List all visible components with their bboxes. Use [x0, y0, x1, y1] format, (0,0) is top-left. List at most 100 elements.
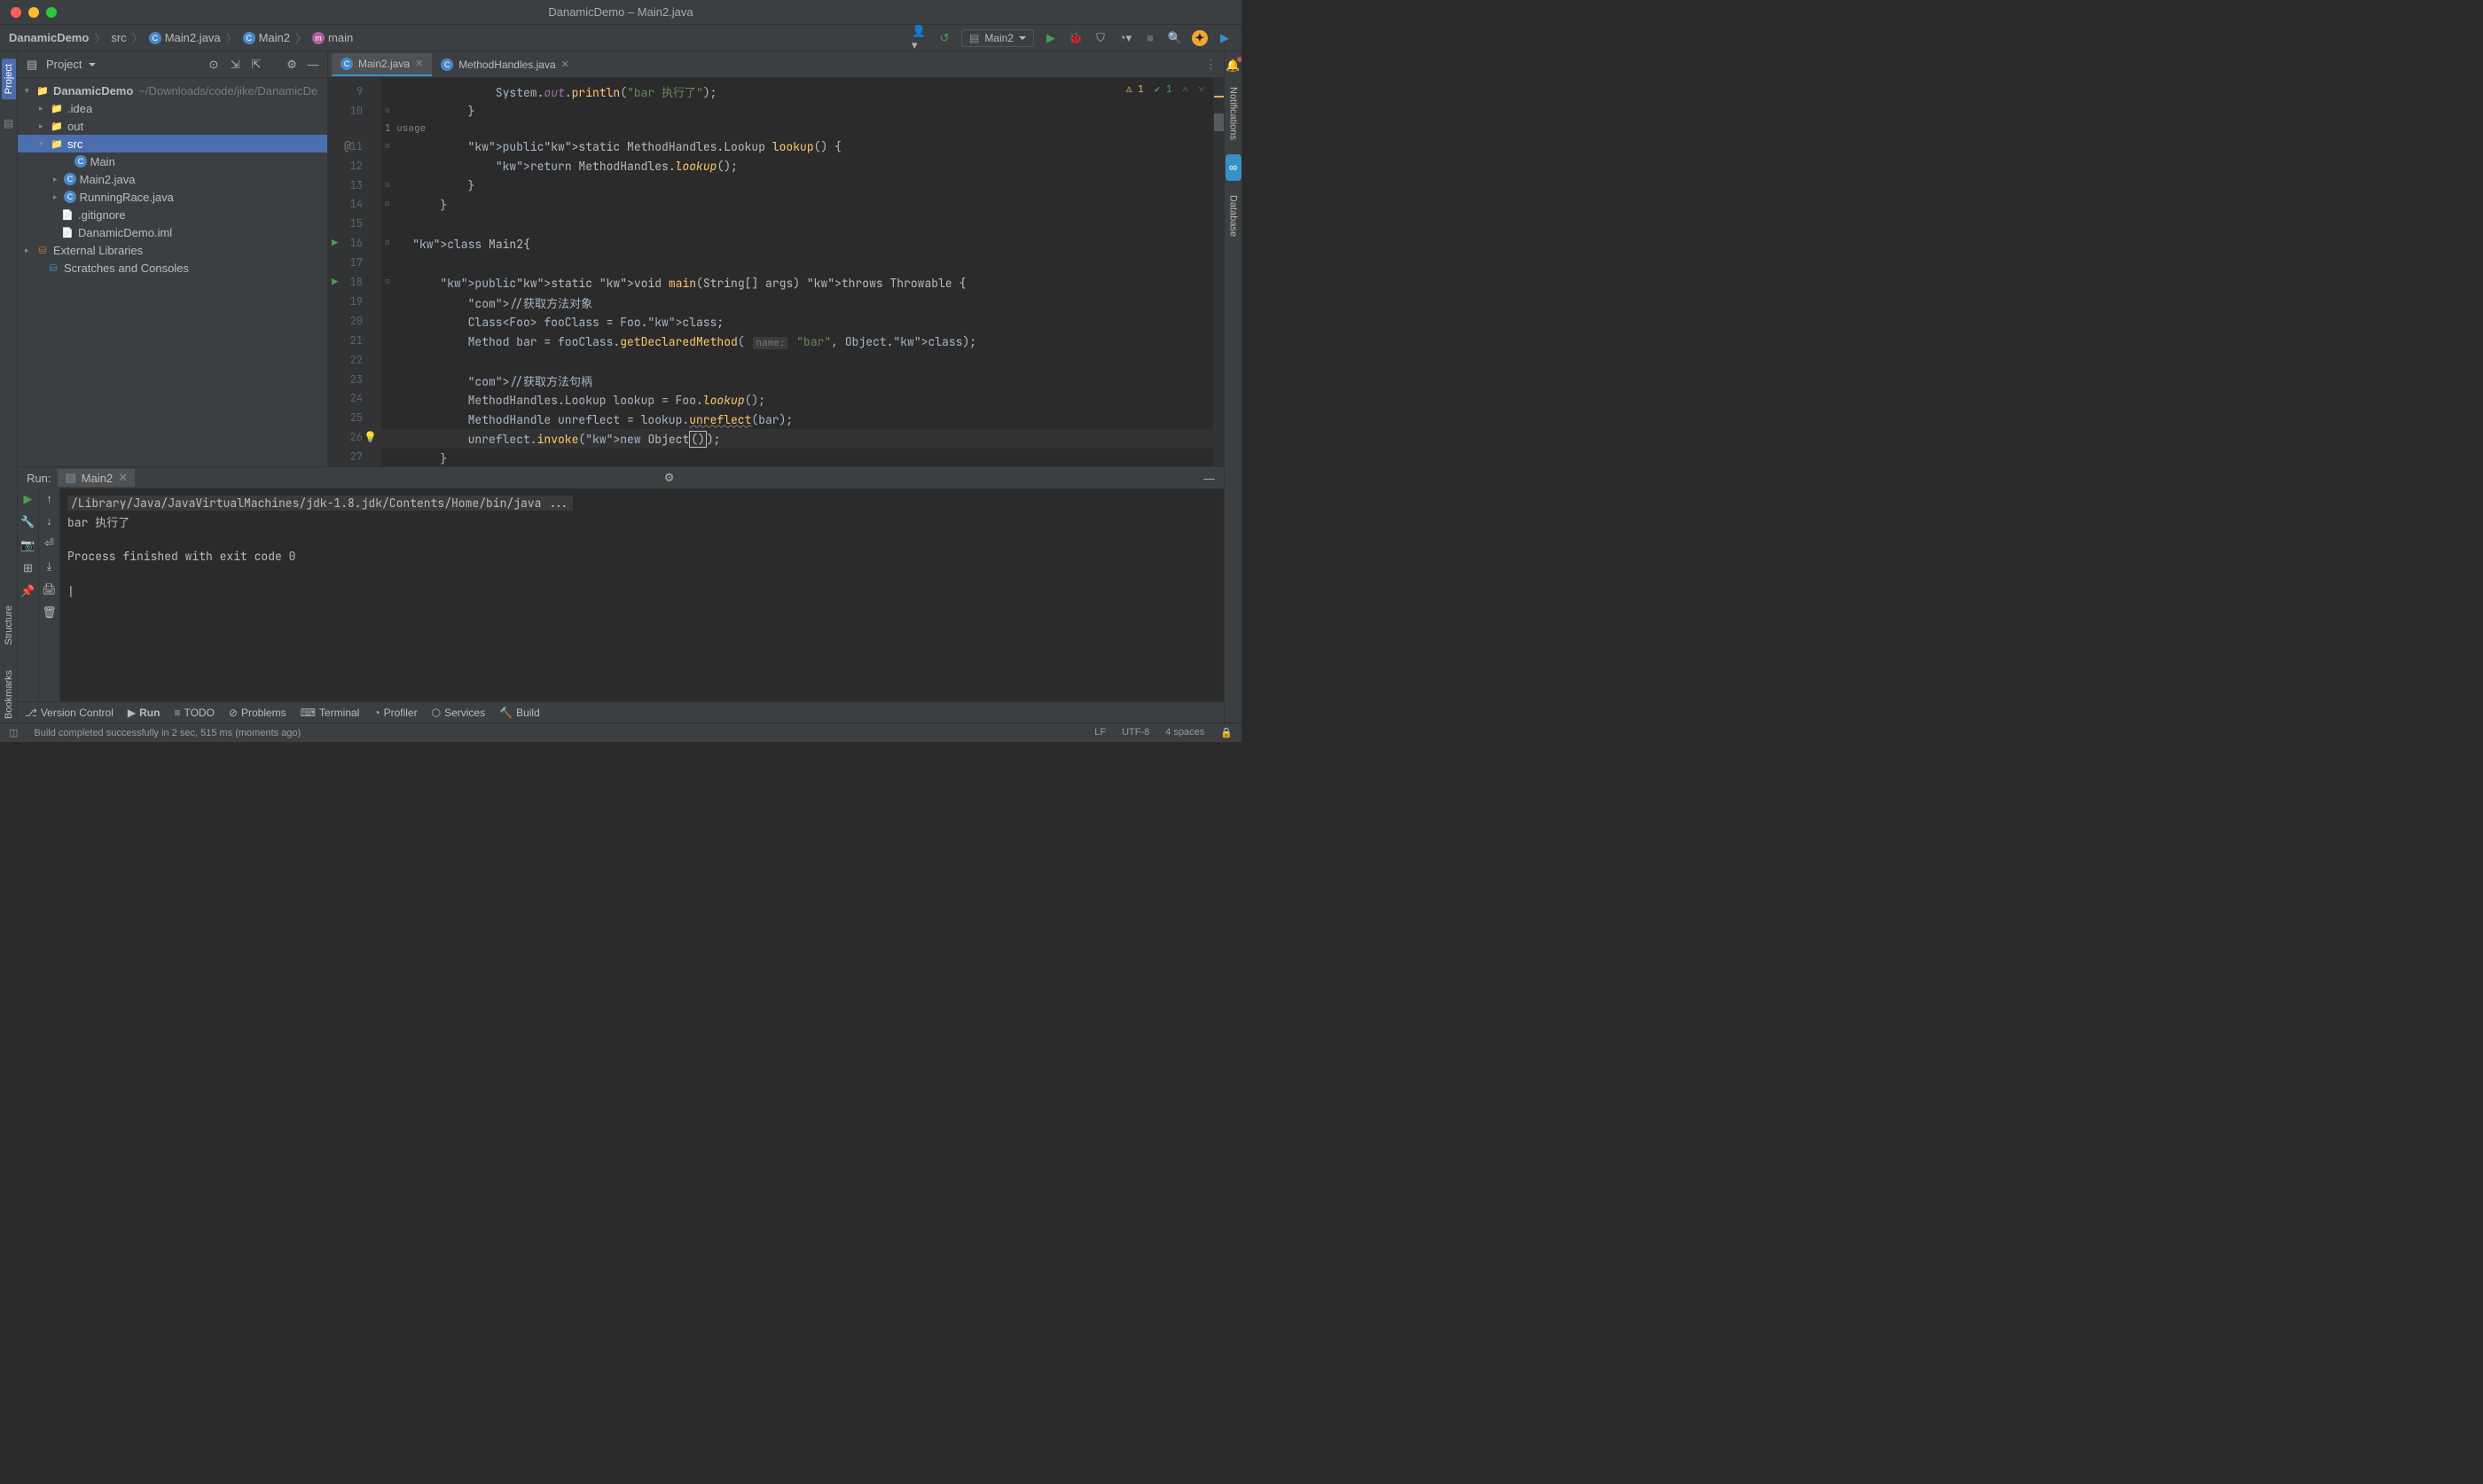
main-area: Project ▤ Structure Bookmarks ▤ Project … [0, 51, 1242, 722]
problems-tab[interactable]: ⊘Problems [229, 707, 286, 719]
close-window-button[interactable] [11, 7, 21, 18]
breadcrumb-file[interactable]: CMain2.java [149, 31, 221, 44]
window-title: DanamicDemo – Main2.java [0, 5, 1242, 19]
project-view-icon[interactable]: ▤ [25, 58, 39, 72]
bottom-tool-tabs: ⎇Version Control ▶Run ≡TODO ⊘Problems ⌨T… [18, 701, 1224, 722]
status-indent[interactable]: 4 spaces [1165, 727, 1204, 738]
breadcrumb-project[interactable]: DanamicDemo [9, 31, 89, 44]
sync-icon[interactable]: ↺ [936, 30, 952, 46]
database-tool-tab[interactable]: Database [1228, 191, 1239, 240]
left-tool-stripe: Project ▤ Structure Bookmarks [0, 51, 18, 722]
vcs-tab[interactable]: ⎇Version Control [25, 707, 114, 719]
project-tool-tab[interactable]: Project [2, 59, 16, 99]
prev-highlight-icon[interactable]: ˄ [1183, 83, 1188, 96]
run-toolbar-primary: ▶ 🔧 📷 ⊞ 📌 [18, 488, 39, 701]
collapse-all-icon[interactable]: ⇱ [249, 58, 263, 72]
status-bar: ◫ Build completed successfully in 2 sec,… [0, 722, 1242, 742]
status-encoding[interactable]: UTF-8 [1122, 727, 1149, 738]
todo-tab[interactable]: ≡TODO [174, 707, 214, 719]
search-icon[interactable]: 🔍 [1167, 30, 1183, 46]
minimize-window-button[interactable] [28, 7, 39, 18]
next-highlight-icon[interactable]: ˅ [1199, 83, 1204, 96]
status-readonly-icon[interactable]: 🔒 [1220, 727, 1233, 738]
run-panel-config[interactable]: ▤Main2✕ [58, 469, 135, 487]
run-panel-hide-icon[interactable]: — [1203, 472, 1215, 485]
project-pane: ▤ Project ⊙ ⇲ ⇱ ⚙ — ▾📁 DanamicDemo ~/Dow… [18, 51, 328, 466]
status-message: Build completed successfully in 2 sec, 5… [34, 728, 301, 738]
editor-scrollbar-map[interactable] [1213, 78, 1224, 466]
tree-external-libs[interactable]: ▸⛁External Libraries [18, 241, 327, 259]
breadcrumb-method[interactable]: mmain [312, 31, 353, 44]
tree-root[interactable]: ▾📁 DanamicDemo ~/Downloads/code/jike/Dan… [18, 82, 327, 99]
tree-item-main2[interactable]: ▸C Main2.java [18, 170, 327, 188]
services-tab[interactable]: ⬡Services [432, 707, 486, 719]
editor-tab-main2[interactable]: CMain2.java✕ [332, 53, 432, 76]
tree-item-main[interactable]: C Main [18, 152, 327, 170]
layout-icon[interactable]: ⊞ [23, 561, 33, 575]
tree-item-src[interactable]: ▾📁src [18, 135, 327, 152]
settings-icon[interactable]: ⚙ [285, 58, 299, 72]
center-column: ▤ Project ⊙ ⇲ ⇱ ⚙ — ▾📁 DanamicDemo ~/Dow… [18, 51, 1224, 722]
editor-overflow-icon[interactable]: ⋮ [1205, 58, 1217, 72]
hide-panel-icon[interactable]: — [306, 58, 320, 72]
tree-item-idea[interactable]: ▸📁.idea [18, 99, 327, 117]
project-view-selector[interactable]: Project [46, 58, 200, 71]
statusbar-toggle-icon[interactable]: ◫ [9, 727, 18, 738]
run-console[interactable]: /Library/Java/JavaVirtualMachines/jdk-1.… [60, 488, 1224, 701]
inspection-summary[interactable]: ⚠ 1 ✔ 1 ˄ ˅ [1126, 83, 1204, 96]
jetbrains-services-icon[interactable]: ▶ [1217, 30, 1233, 46]
tree-scratches[interactable]: ⛁Scratches and Consoles [18, 259, 327, 277]
close-tab-icon[interactable]: ✕ [415, 58, 423, 69]
run-config-selector[interactable]: ▤Main2 [961, 29, 1034, 47]
status-lf[interactable]: LF [1094, 727, 1106, 738]
select-opened-file-icon[interactable]: ⊙ [207, 58, 221, 72]
run-panel-settings-icon[interactable]: ⚙ [664, 471, 675, 485]
add-user-icon[interactable]: 👤▾ [912, 30, 928, 46]
tree-item-iml[interactable]: 📄DanamicDemo.iml [18, 223, 327, 241]
clear-icon[interactable]: 🗑 [42, 605, 57, 620]
notifications-tool-tab[interactable]: Notifications [1228, 83, 1239, 144]
profiler-tab[interactable]: ◔Profiler [373, 707, 417, 719]
rerun-icon[interactable]: ▶ [24, 492, 33, 506]
project-tree[interactable]: ▾📁 DanamicDemo ~/Downloads/code/jike/Dan… [18, 78, 327, 466]
notifications-bell-icon[interactable]: 🔔 [1226, 59, 1240, 73]
warning-icon[interactable]: ⚠ 1 [1126, 83, 1144, 96]
breadcrumb-src[interactable]: src [111, 31, 126, 44]
terminal-tab[interactable]: ⌨Terminal [301, 707, 360, 719]
print-icon[interactable]: 🖨 [42, 582, 57, 597]
editor-pane: CMain2.java✕ CMethodHandles.java✕ ⋮ 910⊟… [328, 51, 1224, 466]
run-panel-label: Run: [27, 472, 51, 485]
tree-item-runningrace[interactable]: ▸C RunningRace.java [18, 188, 327, 206]
code-area[interactable]: ⚠ 1 ✔ 1 ˄ ˅ System.out.println("bar 执行了"… [381, 78, 1213, 466]
breadcrumb-class[interactable]: CMain2 [243, 31, 290, 44]
titlebar: DanamicDemo – Main2.java [0, 0, 1242, 25]
structure-tool-tab[interactable]: Structure [4, 602, 14, 649]
modify-run-config-icon[interactable]: 🔧 [20, 515, 35, 529]
soft-wrap-icon[interactable]: ⏎ [44, 536, 54, 551]
down-stack-icon[interactable]: ↓ [46, 514, 52, 527]
run-button[interactable]: ▶ [1043, 30, 1059, 46]
profile-button[interactable]: ◔▾ [1117, 30, 1133, 46]
scroll-end-icon[interactable]: ⤓ [47, 559, 52, 574]
build-tab[interactable]: 🔨Build [499, 707, 540, 719]
database-service-icon[interactable]: ∞ [1226, 154, 1242, 181]
maximize-window-button[interactable] [46, 7, 57, 18]
run-tab[interactable]: ▶Run [128, 707, 161, 719]
debug-button[interactable]: 🐞 [1068, 30, 1084, 46]
camera-icon[interactable]: 📷 [20, 538, 35, 552]
up-stack-icon[interactable]: ↑ [46, 492, 52, 505]
pin-icon[interactable]: 📌 [20, 584, 35, 598]
ok-icon[interactable]: ✔ 1 [1155, 83, 1172, 96]
run-toolbar-secondary: ↑ ↓ ⏎ ⤓ 🖨 🗑 [39, 488, 60, 701]
toolwindow-collapse-icon[interactable]: ▤ [4, 117, 13, 129]
editor-tab-methodhandles[interactable]: CMethodHandles.java✕ [432, 53, 578, 76]
stop-button[interactable]: ■ [1142, 30, 1158, 46]
bookmarks-tool-tab[interactable]: Bookmarks [4, 667, 14, 722]
editor-gutter[interactable]: 910⊟11@⊟1213⊟14⊟1516▶⊟1718▶⊟192021222324… [328, 78, 381, 466]
tree-item-out[interactable]: ▸📁out [18, 117, 327, 135]
close-tab-icon[interactable]: ✕ [561, 59, 569, 70]
coverage-button[interactable]: ⛉ [1093, 30, 1108, 46]
ide-update-icon[interactable]: ✦ [1192, 30, 1208, 46]
tree-item-gitignore[interactable]: 📄.gitignore [18, 206, 327, 223]
expand-all-icon[interactable]: ⇲ [228, 58, 242, 72]
